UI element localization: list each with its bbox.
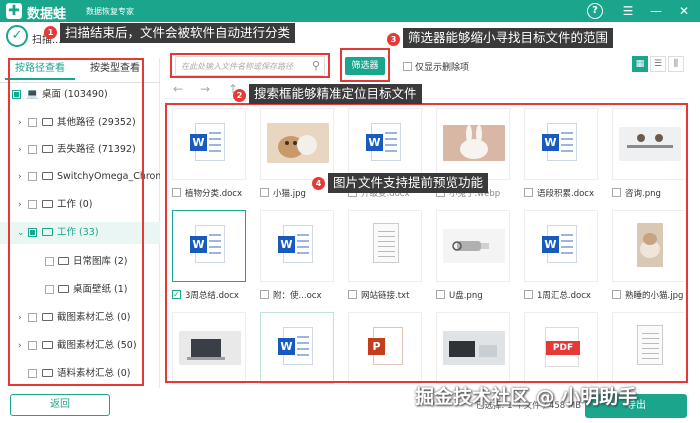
nav-back-icon[interactable]: ←	[173, 82, 183, 96]
show-deleted-label: 仅显示删除项	[415, 63, 470, 73]
watermark: 掘金技术社区 @ 小明助手	[415, 386, 638, 408]
scan-complete-icon: ✓	[6, 25, 28, 47]
annotation-callout-1: 扫描结束后，文件会被软件自动进行分类	[60, 23, 296, 43]
annotation-box-filter	[340, 48, 390, 82]
annotation-badge-4: 4	[312, 177, 325, 190]
annotation-box-grid	[165, 103, 688, 383]
app-name: 数据蛙	[27, 7, 67, 22]
close-icon[interactable]: ✕	[676, 3, 692, 19]
annotation-badge-3: 3	[387, 33, 400, 46]
menu-icon[interactable]: ☰	[620, 3, 636, 19]
show-deleted-checkbox[interactable]: 仅显示删除项	[403, 60, 469, 73]
annotation-callout-3: 筛选器能够缩小寻找目标文件的范围	[403, 28, 614, 48]
annotation-callout-4: 图片文件支持提前预览功能	[328, 173, 489, 193]
annotation-badge-2: 2	[233, 89, 246, 102]
title-bar: ✚ 数据蛙 数据恢复专家 ? ☰ — ✕	[0, 0, 700, 22]
help-icon[interactable]: ?	[587, 3, 603, 19]
back-button[interactable]: 返回	[10, 394, 110, 416]
app-logo-icon: ✚	[6, 3, 22, 19]
app-subtitle: 数据恢复专家	[86, 7, 134, 16]
grid-view-icon[interactable]: ▦	[632, 56, 648, 72]
annotation-box-search	[170, 53, 330, 78]
nav-forward-icon[interactable]: →	[200, 82, 210, 96]
list-view-icon[interactable]: ☰	[650, 56, 666, 72]
checkbox[interactable]	[403, 62, 412, 71]
annotation-callout-2: 搜索框能够精准定位目标文件	[249, 84, 422, 104]
minimize-icon[interactable]: —	[648, 3, 664, 19]
annotation-box-tree	[8, 58, 144, 386]
annotation-badge-1: 1	[44, 26, 57, 39]
detail-view-icon[interactable]: ⫼	[668, 56, 684, 72]
